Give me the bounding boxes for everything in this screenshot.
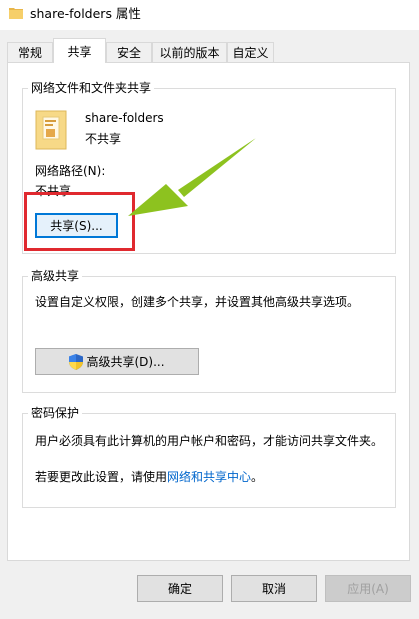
annotation-arrow-icon: [128, 138, 256, 216]
advanced-sharing-button[interactable]: 高级共享(D)...: [35, 348, 199, 375]
network-path-label: 网络路径(N):: [35, 164, 106, 178]
folder-icon: [9, 8, 23, 19]
network-sharing-title: 网络文件和文件夹共享: [28, 81, 155, 95]
annotation-highlight-box: [24, 192, 135, 251]
folder-name: share-folders: [85, 111, 164, 125]
ok-button[interactable]: 确定: [137, 575, 223, 602]
tab-customize[interactable]: 自定义: [227, 42, 274, 62]
password-protection-group: [22, 413, 396, 508]
folder-share-status: 不共享: [85, 132, 122, 146]
advanced-sharing-description: 设置自定义权限，创建多个共享，并设置其他高级共享选项。: [35, 295, 360, 309]
change-setting-text: 若要更改此设置，请使用网络和共享中心。: [35, 469, 263, 485]
apply-button[interactable]: 应用(A): [325, 575, 411, 602]
password-protection-title: 密码保护: [28, 406, 83, 420]
network-sharing-center-link[interactable]: 网络和共享中心: [167, 470, 251, 484]
password-protection-description: 用户必须具有此计算机的用户帐户和密码，才能访问共享文件夹。: [35, 434, 384, 448]
advanced-sharing-title: 高级共享: [28, 269, 83, 283]
tab-sharing[interactable]: 共享: [53, 38, 106, 63]
window-title: share-folders 属性: [30, 6, 141, 21]
shared-folder-icon: [35, 110, 67, 150]
change-setting-suffix: 。: [251, 470, 264, 484]
change-setting-prefix: 若要更改此设置，请使用: [35, 470, 168, 484]
uac-shield-icon: [69, 353, 84, 370]
cancel-button[interactable]: 取消: [231, 575, 317, 602]
tab-general[interactable]: 常规: [7, 42, 53, 62]
tab-security[interactable]: 安全: [106, 42, 152, 62]
tab-previous-versions[interactable]: 以前的版本: [152, 42, 227, 62]
advanced-sharing-button-label: 高级共享(D)...: [86, 355, 165, 369]
